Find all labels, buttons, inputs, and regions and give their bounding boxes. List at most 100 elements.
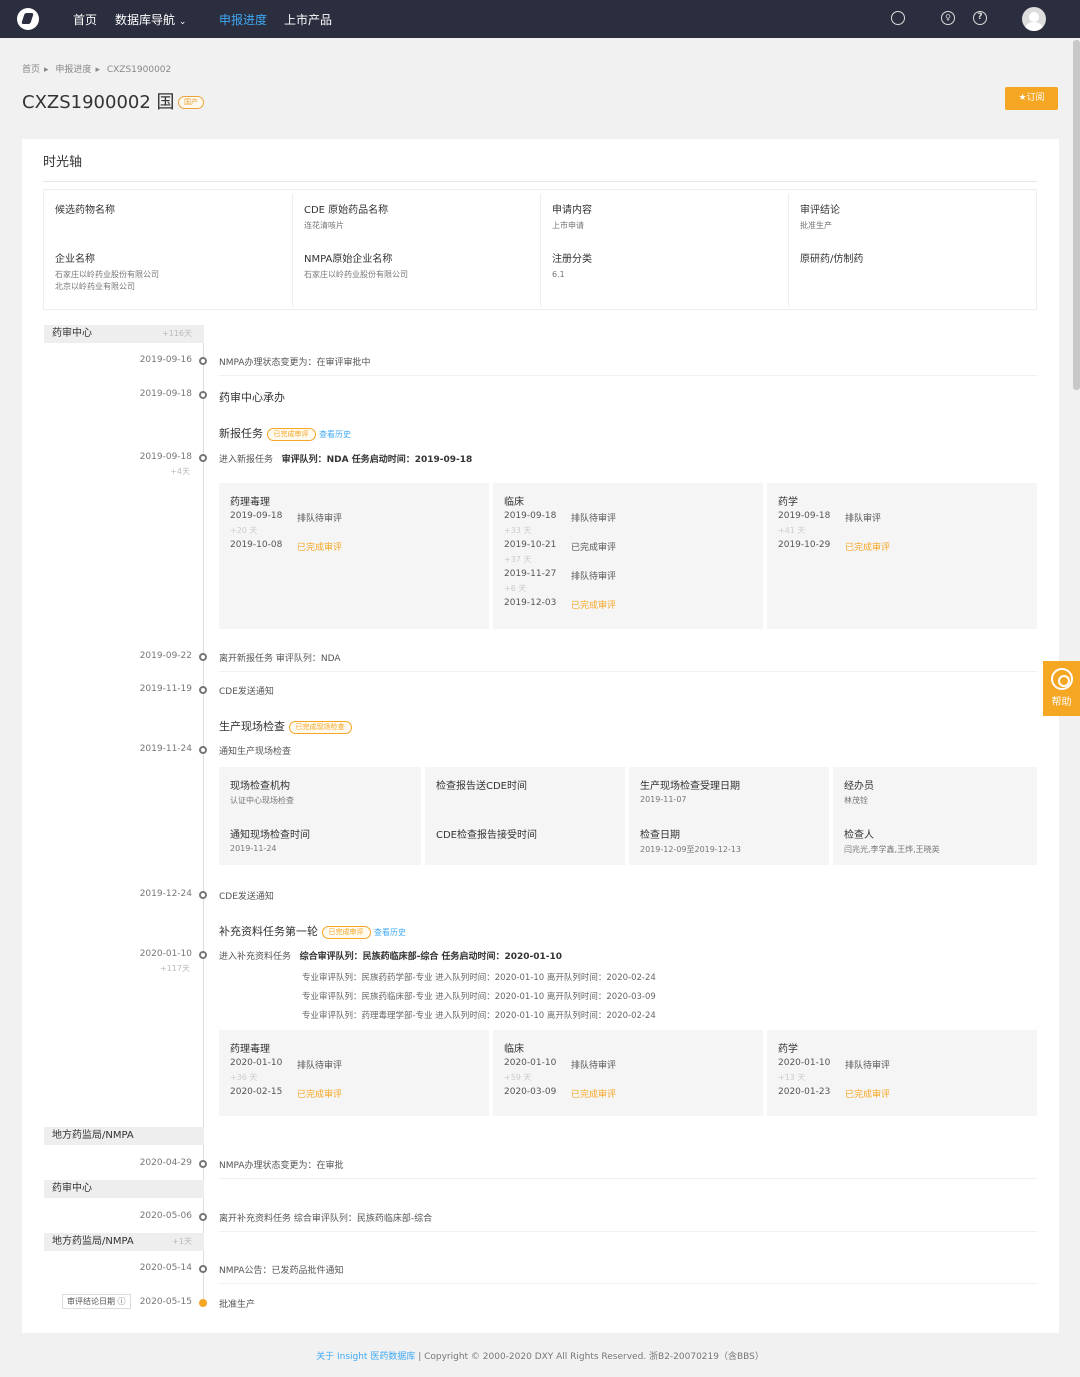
subscribe-button[interactable]: ★订阅 <box>1005 87 1058 110</box>
lightbulb-icon[interactable]: ♀ <box>941 11 955 25</box>
inspection-label: CDE检查报告接受时间 <box>436 830 538 841</box>
agency-name: 地方药监局/NMPA <box>52 1236 134 1247</box>
agency-duration: +116天 <box>162 329 192 338</box>
info-value: 上市申请 <box>552 221 584 230</box>
domestic-tag: 国产 <box>178 96 204 109</box>
review-date: 2019-12-03 <box>504 598 557 608</box>
timeline-dot <box>199 951 207 959</box>
review-date: 2019-10-21 <box>504 540 557 550</box>
help-icon <box>1050 668 1073 690</box>
review-duration: +20 天 <box>230 526 258 535</box>
info-label: 审评结论 <box>800 205 840 216</box>
help-button[interactable]: 帮助 <box>1043 661 1080 716</box>
inspection-value: 认证中心现场检查 <box>230 796 294 805</box>
review-status: 已完成审评 <box>571 543 617 553</box>
nav-home[interactable]: 首页 <box>73 11 97 28</box>
inspection-label: 检查人 <box>844 830 874 841</box>
view-history-link[interactable]: 查看历史 <box>374 928 406 937</box>
review-status: 排队待审评 <box>297 514 343 524</box>
logo-icon[interactable] <box>17 8 39 30</box>
review-duration: +59 天 <box>504 1073 532 1082</box>
info-item: NMPA原始企业名称 石家庄以岭药业股份有限公司 <box>304 250 408 281</box>
review-status: 已完成审评 <box>845 1090 891 1100</box>
review-status: 排队待审评 <box>845 1061 891 1071</box>
nav-database-label: 数据库导航 <box>115 13 176 27</box>
nav-database[interactable]: 数据库导航 ⌄ <box>115 11 186 28</box>
timeline-dot <box>199 653 207 661</box>
review-box-title: 药学 <box>778 497 798 508</box>
task-title: 生产现场检查 <box>219 720 285 733</box>
info-label: NMPA原始企业名称 <box>304 254 393 265</box>
agency-header: 药审中心 <box>44 1180 204 1198</box>
timeline-dot <box>199 1265 207 1273</box>
timeline-dot <box>199 391 207 399</box>
review-date: 2020-01-23 <box>778 1087 831 1097</box>
event-date: 2019-12-24 <box>139 889 192 899</box>
review-date: 2019-09-18 <box>230 511 283 521</box>
search-icon[interactable] <box>891 11 905 25</box>
divider <box>219 1178 1037 1179</box>
avatar[interactable] <box>1022 7 1046 31</box>
divider <box>219 375 1037 376</box>
about-link[interactable]: 关于 Insight 医药数据库 <box>316 1352 415 1362</box>
view-history-link[interactable]: 查看历史 <box>319 430 351 439</box>
review-date: 2019-09-18 <box>778 511 831 521</box>
review-box-title: 临床 <box>504 1044 524 1055</box>
timeline-dot <box>199 686 207 694</box>
breadcrumb: 首页 ▸ 申报进度 ▸ CXZS1900002 <box>22 62 175 75</box>
info-panel: 候选药物名称 CDE 原始药品名称 连花清咳片 申请内容 上市申请 审评结论 批准生产… <box>43 189 1037 310</box>
event-text: NMPA公告：已发药品批件通知 <box>219 1266 344 1276</box>
nav-products[interactable]: 上市产品 <box>284 11 332 28</box>
review-status: 已完成审评 <box>845 543 891 553</box>
event-text: NMPA办理状态变更为：在审评审批中 <box>219 358 371 368</box>
inspection-label: 检查报告送CDE时间 <box>436 781 528 792</box>
task-title: 新报任务 <box>219 427 263 440</box>
divider <box>788 194 789 307</box>
info-item: 原研药/仿制药 <box>800 250 863 265</box>
info-label: 候选药物名称 <box>55 205 115 216</box>
inspection-cell: 现场检查机构 认证中心现场检查 通知现场检查时间 2019-11-24 <box>219 767 421 865</box>
review-box-pharmacology: 药理毒理 2020-01-10 排队待审评 +36 天 2020-02-15 已… <box>219 1030 489 1116</box>
info-label: 原研药/仿制药 <box>800 254 864 265</box>
agency-name: 地方药监局/NMPA <box>52 1130 134 1141</box>
event-text: 进入补充资料任务 综合审评队列：民族药临床部-综合 任务启动时间：2020-01… <box>219 949 562 962</box>
copyright-text: | Copyright © 2000-2020 DXY All Rights R… <box>415 1352 764 1362</box>
divider <box>43 181 1037 182</box>
event-text: NMPA办理状态变更为：在审批 <box>219 1161 344 1171</box>
divider <box>292 194 293 307</box>
event-text: 批准生产 <box>219 1300 256 1310</box>
review-duration: +6 天 <box>504 584 527 593</box>
review-box-pharmacy: 药学 2020-01-10 排队待审评 +13 天 2020-01-23 已完成… <box>767 1030 1037 1116</box>
review-box-pharmacy: 药学 2019-09-18 排队审评 +41 天 2019-10-29 已完成审… <box>767 483 1037 629</box>
breadcrumb-separator: ▸ <box>95 65 100 75</box>
divider <box>219 1231 1037 1232</box>
inspection-cell: 检查报告送CDE时间 CDE检查报告接受时间 <box>425 767 625 865</box>
breadcrumb-home[interactable]: 首页 <box>22 65 40 75</box>
event-extra: 审评队列：NDA 任务启动时间：2019-09-18 <box>281 455 473 465</box>
agency-duration: +1天 <box>172 1237 192 1246</box>
help-label: 帮助 <box>1051 697 1072 708</box>
event-date: 2020-05-15 <box>139 1297 192 1307</box>
info-item: CDE 原始药品名称 连花清咳片 <box>304 201 388 232</box>
help-icon[interactable]: ? <box>973 11 987 25</box>
breadcrumb-progress[interactable]: 申报进度 <box>55 65 91 75</box>
info-label: 企业名称 <box>55 254 95 265</box>
agency-name: 药审中心 <box>52 1183 92 1194</box>
event-date: 2019-11-24 <box>139 744 192 754</box>
task-title: 补充资料任务第一轮 <box>219 925 318 938</box>
review-duration: +37 天 <box>504 555 532 564</box>
inspection-value: 2019-11-24 <box>230 844 277 853</box>
scrollbar[interactable] <box>1073 40 1080 390</box>
event-text: 通知生产现场检查 <box>219 747 292 757</box>
event-date: 2019-09-18 <box>139 389 192 399</box>
event-extra: 综合审评队列：民族药临床部-综合 任务启动时间：2020-01-10 <box>299 952 563 962</box>
breadcrumb-current: CXZS1900002 <box>106 65 172 75</box>
timeline-dot <box>199 454 207 462</box>
review-duration: +33 天 <box>504 526 532 535</box>
timeline-dot <box>199 1213 207 1221</box>
task-heading: 新报任务 已完成审评 查看历史 <box>219 425 351 441</box>
nav-progress[interactable]: 申报进度 <box>219 11 267 28</box>
event-duration: +117天 <box>160 964 190 973</box>
inspection-value: 闫兆光,李学鑫,王烨,王晓英 <box>844 845 940 854</box>
page-title: CXZS1900002 国 <box>22 92 175 113</box>
